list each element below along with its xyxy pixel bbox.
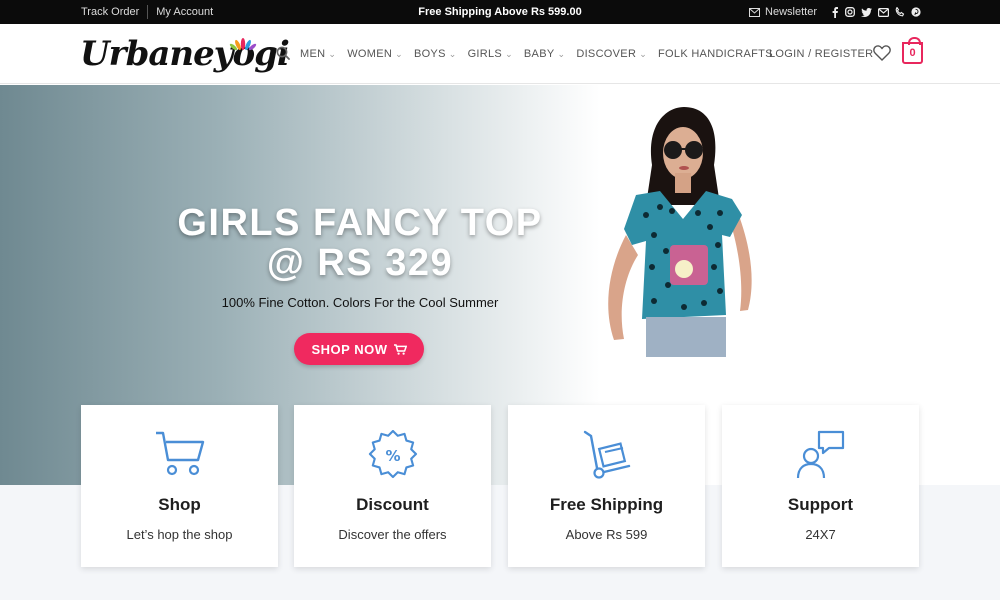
- social-links: Newsletter: [749, 0, 921, 24]
- twitter-icon[interactable]: [861, 7, 872, 17]
- shop-now-button[interactable]: SHOP NOW: [294, 333, 424, 365]
- nav-item-folk-handicrafts[interactable]: FOLK HANDICRAFTS: [658, 48, 773, 60]
- facebook-icon[interactable]: [831, 6, 839, 18]
- feature-description: 24X7: [805, 527, 836, 542]
- feature-description: Let’s hop the shop: [126, 527, 233, 542]
- brand-logo[interactable]: Urbaneyogi: [80, 30, 290, 78]
- shipping-promo-text: Free Shipping Above Rs 599.00: [418, 6, 582, 18]
- nav-item-women[interactable]: WOMEN ⌄: [347, 48, 403, 60]
- feature-card-support[interactable]: Support 24X7: [722, 405, 919, 567]
- feature-card-shop[interactable]: Shop Let’s hop the shop: [81, 405, 278, 567]
- lotus-logo-icon: [229, 38, 257, 51]
- newsletter-label: Newsletter: [765, 6, 817, 18]
- nav-item-men[interactable]: MEN ⌄: [300, 48, 336, 60]
- pinterest-icon[interactable]: [911, 7, 921, 17]
- hero-subtitle: 100% Fine Cotton. Colors For the Cool Su…: [221, 295, 499, 310]
- cart-icon: [393, 343, 407, 355]
- chevron-down-icon: ⌄: [328, 48, 337, 59]
- nav-item-label: GIRLS: [467, 48, 503, 60]
- my-account-link[interactable]: My Account: [156, 6, 213, 18]
- feature-description: Discover the offers: [338, 527, 447, 542]
- top-bar: Track Order My Account Free Shipping Abo…: [0, 0, 1000, 24]
- nav-item-baby[interactable]: BABY ⌄: [524, 48, 565, 60]
- nav-item-label: FOLK HANDICRAFTS: [658, 48, 773, 60]
- feature-description: Above Rs 599: [565, 527, 648, 542]
- svg-text:%: %: [385, 447, 400, 465]
- wishlist-heart-icon[interactable]: [873, 45, 891, 61]
- newsletter-link[interactable]: Newsletter: [749, 6, 817, 18]
- feature-title: Support: [787, 495, 854, 514]
- hand-truck-icon: [583, 430, 630, 479]
- cart-count: 0: [909, 47, 916, 59]
- email-icon: [749, 7, 761, 17]
- feature-title: Free Shipping: [549, 495, 664, 514]
- chevron-down-icon: ⌄: [639, 48, 648, 59]
- nav-item-boys[interactable]: BOYS ⌄: [414, 48, 457, 60]
- support-chat-icon: [796, 430, 844, 479]
- discount-badge-icon: %: [368, 430, 417, 479]
- hero-title: GIRLS FANCY TOP @ RS 329: [160, 203, 560, 283]
- chevron-down-icon: ⌄: [395, 48, 403, 59]
- nav-item-girls[interactable]: GIRLS ⌄: [468, 48, 513, 60]
- login-register-link[interactable]: LOGIN / REGISTER: [769, 48, 873, 60]
- account-links: Track Order My Account: [81, 0, 213, 24]
- instagram-icon[interactable]: [845, 7, 855, 17]
- hero-title-line-2: @ RS 329: [266, 242, 454, 284]
- phone-icon[interactable]: [895, 7, 905, 17]
- cart-button[interactable]: 0: [902, 37, 923, 64]
- main-nav: MEN ⌄ WOMEN ⌄ BOYS ⌄ GIRLS ⌄ BABY ⌄ DISCOVER ⌄…: [300, 24, 784, 84]
- email-icon[interactable]: [878, 7, 889, 17]
- hero-title-line-1: GIRLS FANCY TOP: [177, 202, 543, 244]
- track-order-link[interactable]: Track Order: [81, 6, 139, 18]
- model-product-image: [608, 107, 752, 357]
- chevron-down-icon: ⌄: [505, 48, 513, 59]
- logo-text: Urbaneyogi: [80, 34, 290, 74]
- shop-now-label: SHOP NOW: [311, 341, 388, 357]
- nav-item-label: BOYS: [413, 48, 446, 60]
- divider: [147, 5, 149, 19]
- feature-title: Discount: [356, 495, 429, 514]
- search-icon[interactable]: [276, 46, 290, 60]
- main-header: Urbaneyogi MEN ⌄ WOMEN ⌄ BOYS ⌄ GIRLS ⌄ BABY…: [0, 24, 1000, 84]
- feature-card-discount[interactable]: % Discount Discover the offers: [294, 405, 491, 567]
- shopping-cart-icon: [155, 431, 204, 476]
- nav-item-label: MEN: [300, 48, 326, 60]
- nav-item-label: BABY: [523, 48, 555, 60]
- feature-title: Shop: [158, 495, 201, 514]
- feature-card-free-shipping[interactable]: Free Shipping Above Rs 599: [508, 405, 705, 567]
- nav-item-discover[interactable]: DISCOVER ⌄: [576, 48, 647, 60]
- nav-item-label: DISCOVER: [576, 48, 637, 60]
- chevron-down-icon: ⌄: [448, 48, 457, 59]
- chevron-down-icon: ⌄: [557, 48, 566, 59]
- nav-item-label: WOMEN: [347, 48, 393, 60]
